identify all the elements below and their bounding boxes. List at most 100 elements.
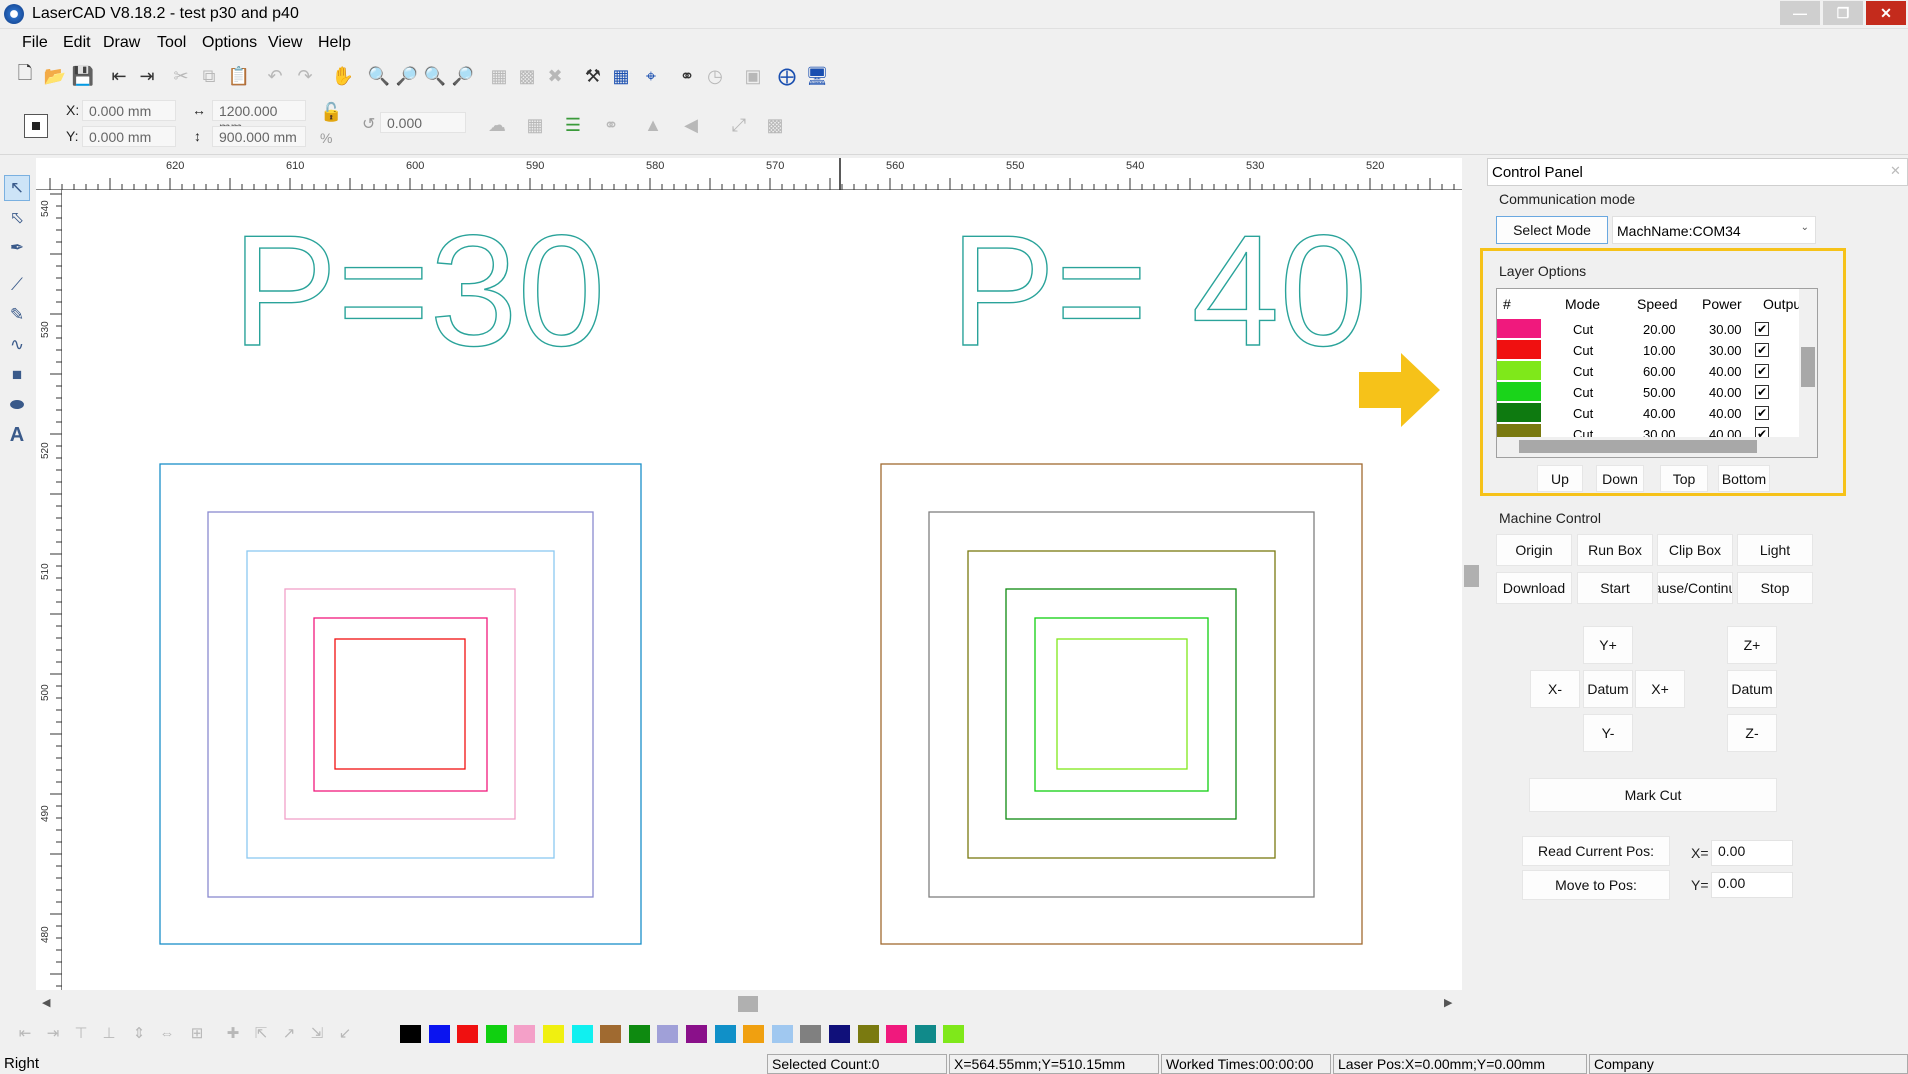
pen-edit-icon[interactable]: ✒ — [4, 235, 30, 261]
machine-settings-icon[interactable]: ⨁ — [774, 63, 800, 89]
run-box-button[interactable]: Run Box — [1577, 534, 1653, 566]
menu-edit[interactable]: Edit — [63, 34, 91, 52]
anchor-grid-icon[interactable] — [24, 114, 48, 138]
align-left-icon[interactable]: ⇤ — [12, 1020, 38, 1046]
hscroll-thumb[interactable] — [738, 996, 758, 1012]
align-center-h-icon[interactable]: ⇕ — [126, 1020, 152, 1046]
palette-color-swatch[interactable] — [457, 1025, 479, 1043]
zoom-in-icon[interactable]: 🔍 — [366, 63, 392, 89]
pos-y-field[interactable]: 0.00 — [1711, 872, 1793, 898]
cut-icon[interactable]: ✂ — [168, 63, 194, 89]
cut-order-icon[interactable]: ◷ — [702, 63, 728, 89]
mirror-h-icon[interactable]: ▲ — [640, 112, 666, 138]
pen-tool-icon[interactable]: ✎ — [4, 302, 30, 328]
palette-color-swatch[interactable] — [600, 1025, 622, 1043]
copy-icon[interactable]: ⧉ — [196, 63, 222, 89]
align-right-icon[interactable]: ⇥ — [40, 1020, 66, 1046]
center-page-icon[interactable]: ✚ — [220, 1020, 246, 1046]
menu-help[interactable]: Help — [318, 34, 351, 52]
monitor-icon[interactable]: 🖥 — [804, 63, 830, 89]
lock-ratio-icon[interactable]: 🔓 — [320, 102, 342, 123]
menu-file[interactable]: File — [22, 34, 48, 52]
rectangle-tool-icon[interactable]: ■ — [4, 362, 30, 388]
mark-cut-button[interactable]: Mark Cut — [1529, 778, 1777, 812]
new-file-icon[interactable]: 🗋 — [12, 63, 38, 89]
zoom-selection-icon[interactable]: 🔎 — [450, 63, 476, 89]
undo-icon[interactable]: ↶ — [262, 63, 288, 89]
layer-stack-icon[interactable]: ☰ — [560, 112, 586, 138]
align-top-icon[interactable]: ⊤ — [68, 1020, 94, 1046]
top-right-icon[interactable]: ↗ — [276, 1020, 302, 1046]
resize-icon[interactable]: ⤢ — [726, 112, 752, 138]
menu-draw[interactable]: Draw — [103, 34, 140, 52]
jog-z-minus-button[interactable]: Z- — [1727, 714, 1777, 752]
zoom-out-icon[interactable]: 🔎 — [394, 63, 420, 89]
select-mode-button[interactable]: Select Mode — [1496, 216, 1608, 244]
path-optimize-icon[interactable]: ⚭ — [674, 63, 700, 89]
save-icon[interactable]: 💾 — [70, 63, 96, 89]
frame-icon[interactable]: ▣ — [740, 63, 766, 89]
move-to-pos-button[interactable]: Move to Pos: — [1522, 870, 1670, 900]
square-right-2[interactable] — [928, 511, 1315, 898]
palette-color-swatch[interactable] — [829, 1025, 850, 1043]
square-left-4[interactable] — [284, 588, 516, 820]
square-left-3[interactable] — [246, 550, 555, 859]
y-position-field[interactable]: 0.000 mm — [82, 126, 176, 147]
menu-view[interactable]: View — [268, 34, 302, 52]
square-left-2[interactable] — [207, 511, 594, 898]
clip-box-button[interactable]: Clip Box — [1657, 534, 1733, 566]
stop-button[interactable]: Stop — [1737, 572, 1813, 604]
ungroup-icon[interactable]: ▩ — [514, 63, 540, 89]
delete-icon[interactable]: ✖ — [542, 63, 568, 89]
close-button[interactable]: ✕ — [1866, 1, 1906, 25]
hammer-icon[interactable]: ⚒ — [580, 63, 606, 89]
redo-icon[interactable]: ↷ — [292, 63, 318, 89]
read-current-pos-button[interactable]: Read Current Pos: — [1522, 836, 1670, 866]
jog-y-plus-button[interactable]: Y+ — [1583, 626, 1633, 664]
menu-options[interactable]: Options — [202, 34, 257, 52]
width-field[interactable]: 1200.000 mm — [212, 100, 306, 135]
palette-color-swatch[interactable] — [943, 1025, 965, 1043]
square-right-6[interactable] — [1056, 638, 1188, 770]
paste-icon[interactable]: 📋 — [226, 63, 252, 89]
vscroll-thumb[interactable] — [1464, 565, 1479, 587]
square-right-3[interactable] — [967, 550, 1276, 859]
palette-color-swatch[interactable] — [800, 1025, 822, 1043]
rotate-field[interactable]: 0.000 — [380, 112, 466, 133]
square-right-4[interactable] — [1005, 588, 1237, 820]
drawing-canvas[interactable]: P=30 P= 40 — [62, 190, 1462, 990]
palette-color-swatch[interactable] — [485, 1025, 507, 1043]
menu-tool[interactable]: Tool — [157, 34, 186, 52]
weld-icon[interactable]: ☁ — [484, 112, 510, 138]
line-tool-icon[interactable]: ⟋ — [4, 272, 30, 298]
palette-color-swatch[interactable] — [428, 1025, 450, 1043]
panel-close-icon[interactable]: ✕ — [1890, 163, 1901, 179]
palette-color-swatch[interactable] — [771, 1025, 793, 1043]
bottom-right-icon[interactable]: ⇲ — [304, 1020, 330, 1046]
scroll-left-icon[interactable]: ◀ — [42, 996, 50, 1009]
height-field[interactable]: 900.000 mm — [212, 126, 306, 147]
z-datum-button[interactable]: Datum — [1727, 670, 1777, 708]
square-left-5[interactable] — [313, 617, 488, 792]
array-icon[interactable]: ▦ — [608, 63, 634, 89]
jog-y-minus-button[interactable]: Y- — [1583, 714, 1633, 752]
mirror-v-icon[interactable]: ◀ — [678, 112, 704, 138]
start-button[interactable]: Start — [1577, 572, 1653, 604]
pan-hand-icon[interactable]: ✋ — [330, 63, 356, 89]
x-position-field[interactable]: 0.000 mm — [82, 100, 176, 121]
palette-color-swatch[interactable] — [543, 1025, 564, 1043]
maximize-button[interactable]: ❐ — [1823, 1, 1863, 25]
vertical-scrollbar[interactable] — [1462, 158, 1482, 994]
minimize-button[interactable]: — — [1780, 1, 1820, 25]
palette-color-swatch[interactable] — [857, 1025, 879, 1043]
palette-color-swatch[interactable] — [714, 1025, 736, 1043]
palette-color-swatch[interactable] — [657, 1025, 679, 1043]
jog-datum-button[interactable]: Datum — [1583, 670, 1633, 708]
bottom-left-icon[interactable]: ↙ — [332, 1020, 358, 1046]
align-center-icon[interactable]: ⊞ — [184, 1020, 210, 1046]
download-button[interactable]: Download — [1496, 572, 1572, 604]
palette-color-swatch[interactable] — [571, 1025, 593, 1043]
palette-color-swatch[interactable] — [914, 1025, 936, 1043]
export-icon[interactable]: ⇥ — [134, 63, 160, 89]
align-bottom-icon[interactable]: ⊥ — [96, 1020, 122, 1046]
